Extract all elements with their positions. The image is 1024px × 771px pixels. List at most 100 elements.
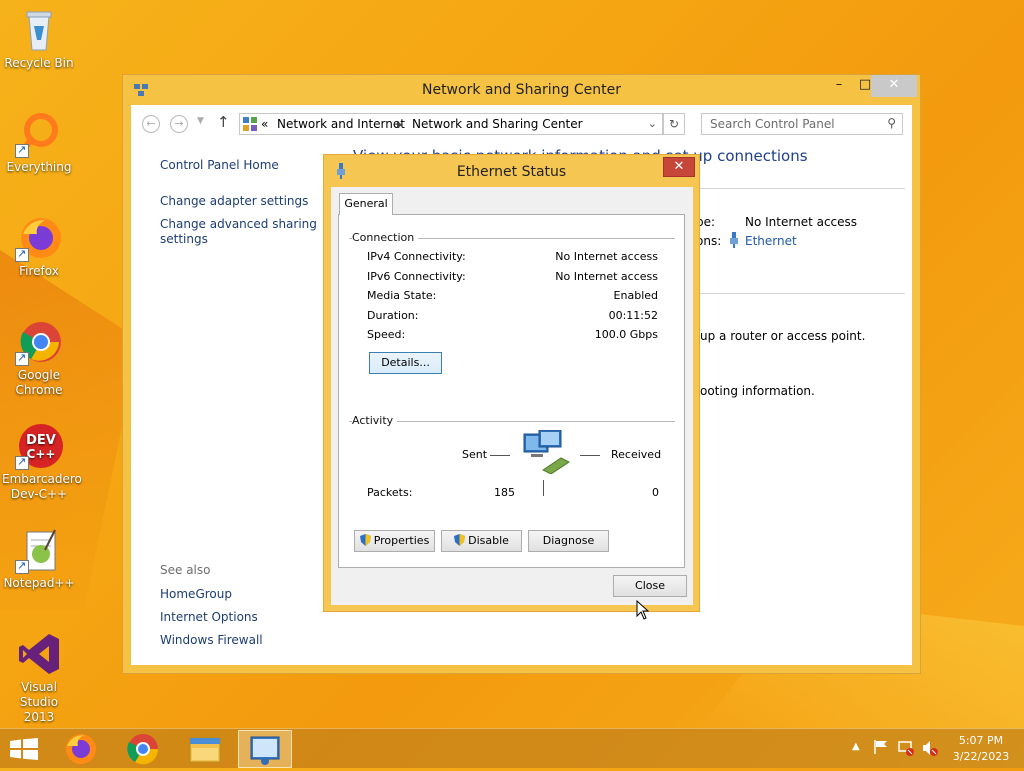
ethernet-icon bbox=[729, 232, 739, 251]
received-line bbox=[580, 455, 600, 456]
received-label: Received bbox=[611, 448, 662, 461]
setup-router-text[interactable]: up a router or access point. bbox=[700, 329, 865, 343]
media-state-label: Media State: bbox=[367, 289, 437, 302]
windows-firewall-link[interactable]: Windows Firewall bbox=[160, 632, 263, 648]
clock-time[interactable]: 5:07 PM bbox=[946, 734, 1016, 747]
disable-button[interactable]: Disable bbox=[441, 530, 522, 552]
dialog-title: Ethernet Status bbox=[456, 164, 567, 180]
desktop-icon-label: Embarcadero Dev-C++ bbox=[2, 472, 82, 501]
minimize-button[interactable]: – bbox=[826, 75, 852, 97]
homegroup-link[interactable]: HomeGroup bbox=[160, 586, 232, 602]
taskbar: ▲ 5:07 PM 3/22/2023 bbox=[0, 728, 1024, 768]
shortcut-arrow-icon bbox=[15, 558, 29, 574]
ethernet-link[interactable]: Ethernet bbox=[745, 234, 797, 248]
shortcut-arrow-icon bbox=[15, 246, 29, 262]
clock-date[interactable]: 3/22/2023 bbox=[946, 750, 1016, 763]
desktop-icon-chrome[interactable]: Google Chrome bbox=[0, 318, 78, 398]
desktop-icon-label: Recycle Bin bbox=[4, 56, 74, 70]
change-sharing-link[interactable]: Change advanced sharing bbox=[160, 216, 317, 232]
refresh-button[interactable]: ↻ bbox=[663, 113, 685, 135]
properties-button[interactable]: Properties bbox=[354, 530, 435, 552]
desktop-icon-label: Google Chrome bbox=[15, 368, 63, 397]
uac-shield-icon bbox=[359, 533, 371, 546]
change-adapter-link[interactable]: Change adapter settings bbox=[160, 193, 308, 209]
firefox-icon bbox=[15, 214, 63, 262]
desktop-icon-label: Visual Studio 2013 bbox=[19, 680, 59, 724]
access-type-value: No Internet access bbox=[745, 215, 858, 229]
ipv6-label: IPv6 Connectivity: bbox=[367, 270, 466, 283]
taskbar-firefox[interactable] bbox=[54, 730, 108, 768]
svg-text:C++: C++ bbox=[27, 447, 56, 461]
address-bar[interactable]: « Network and Internet ▸ Network and Sha… bbox=[239, 113, 663, 135]
mouse-cursor-icon bbox=[636, 599, 650, 623]
packets-sent-value: 185 bbox=[494, 486, 515, 499]
window-title: Network and Sharing Center bbox=[421, 82, 621, 98]
disable-label: Disable bbox=[468, 534, 509, 547]
breadcrumb-overflow[interactable]: « bbox=[261, 117, 268, 131]
recent-pages-dropdown[interactable]: ▼ bbox=[197, 116, 204, 126]
network-computers-icon bbox=[523, 429, 571, 477]
dialog-close-button[interactable]: ✕ bbox=[663, 157, 695, 177]
desktop-icon-firefox[interactable]: Firefox bbox=[0, 214, 78, 279]
breadcrumb-network-internet[interactable]: Network and Internet bbox=[277, 117, 405, 131]
breadcrumb-network-sharing[interactable]: Network and Sharing Center bbox=[412, 117, 583, 131]
media-state-value: Enabled bbox=[613, 289, 658, 302]
activity-group-line bbox=[349, 421, 675, 422]
shortcut-arrow-icon bbox=[15, 142, 29, 158]
shortcut-arrow-icon bbox=[15, 454, 29, 470]
troubleshoot-text[interactable]: ooting information. bbox=[700, 384, 815, 398]
see-also-heading: See also bbox=[160, 563, 211, 577]
notepadpp-icon bbox=[15, 526, 63, 574]
forward-button[interactable]: → bbox=[170, 115, 188, 133]
devcpp-icon: DEV C++ bbox=[15, 422, 63, 470]
search-input[interactable]: Search Control Panel ⚲ bbox=[701, 113, 903, 135]
up-button[interactable]: ↑ bbox=[217, 113, 230, 131]
taskbar-chrome[interactable] bbox=[116, 730, 170, 768]
packets-received-value: 0 bbox=[652, 486, 659, 499]
internet-options-link[interactable]: Internet Options bbox=[160, 609, 258, 625]
close-dialog-button[interactable]: Close bbox=[613, 575, 687, 597]
volume-muted-icon[interactable] bbox=[921, 739, 939, 760]
details-button[interactable]: Details... bbox=[369, 352, 442, 374]
activity-group-label: Activity bbox=[352, 414, 398, 427]
chrome-icon bbox=[15, 318, 63, 366]
desktop-icon-everything[interactable]: Everything bbox=[0, 110, 78, 175]
dialog-body: General Connection IPv4 Connectivity: No… bbox=[331, 187, 693, 605]
desktop-icon-label: Firefox bbox=[19, 264, 59, 278]
ipv4-value: No Internet access bbox=[555, 250, 658, 263]
back-button[interactable]: ← bbox=[142, 115, 160, 133]
ethernet-status-dialog: Ethernet Status ✕ General Connection IPv… bbox=[323, 154, 700, 612]
control-panel-home-link[interactable]: Control Panel Home bbox=[160, 157, 279, 173]
connection-group-label: Connection bbox=[352, 231, 419, 244]
network-tray-icon[interactable] bbox=[897, 739, 915, 760]
address-bar-row: ← → ▼ ↑ « Network and Internet ▸ Network… bbox=[131, 105, 912, 143]
desktop-icon-label: Everything bbox=[6, 160, 72, 174]
sent-line bbox=[490, 455, 510, 456]
ipv4-label: IPv4 Connectivity: bbox=[367, 250, 466, 263]
address-dropdown-icon[interactable]: ⌄ bbox=[648, 117, 657, 130]
show-hidden-icons-button[interactable]: ▲ bbox=[852, 741, 860, 752]
desktop-icon-label: Notepad++ bbox=[3, 576, 75, 590]
desktop-icon-notepadpp[interactable]: Notepad++ bbox=[0, 526, 78, 591]
close-button[interactable]: ✕ bbox=[871, 75, 917, 97]
sent-label: Sent bbox=[462, 448, 488, 461]
desktop-icon-devcpp[interactable]: DEVC++ Embarcadero Dev-C++ bbox=[0, 422, 82, 502]
taskbar-file-explorer[interactable] bbox=[178, 730, 232, 768]
desktop-icon-visual-studio[interactable]: Visual Studio 2013 bbox=[0, 630, 78, 725]
breadcrumb-separator: ▸ bbox=[397, 117, 404, 131]
start-button[interactable] bbox=[10, 738, 38, 763]
action-center-flag-icon[interactable] bbox=[873, 739, 889, 758]
diagnose-button[interactable]: Diagnose bbox=[528, 530, 609, 552]
packets-divider bbox=[543, 480, 544, 496]
tab-general[interactable]: General bbox=[339, 193, 393, 215]
search-icon: ⚲ bbox=[887, 116, 896, 130]
general-tab-panel: Connection IPv4 Connectivity: No Interne… bbox=[338, 214, 685, 568]
properties-label: Properties bbox=[373, 534, 430, 547]
speed-value: 100.0 Gbps bbox=[594, 328, 658, 341]
taskbar-network-center[interactable] bbox=[238, 730, 292, 768]
control-panel-icon bbox=[243, 117, 257, 134]
desktop-icon-recycle-bin[interactable]: Recycle Bin bbox=[0, 6, 78, 71]
packets-label: Packets: bbox=[367, 486, 413, 499]
change-sharing-link-line2[interactable]: settings bbox=[160, 231, 208, 247]
uac-shield-icon bbox=[454, 533, 466, 546]
